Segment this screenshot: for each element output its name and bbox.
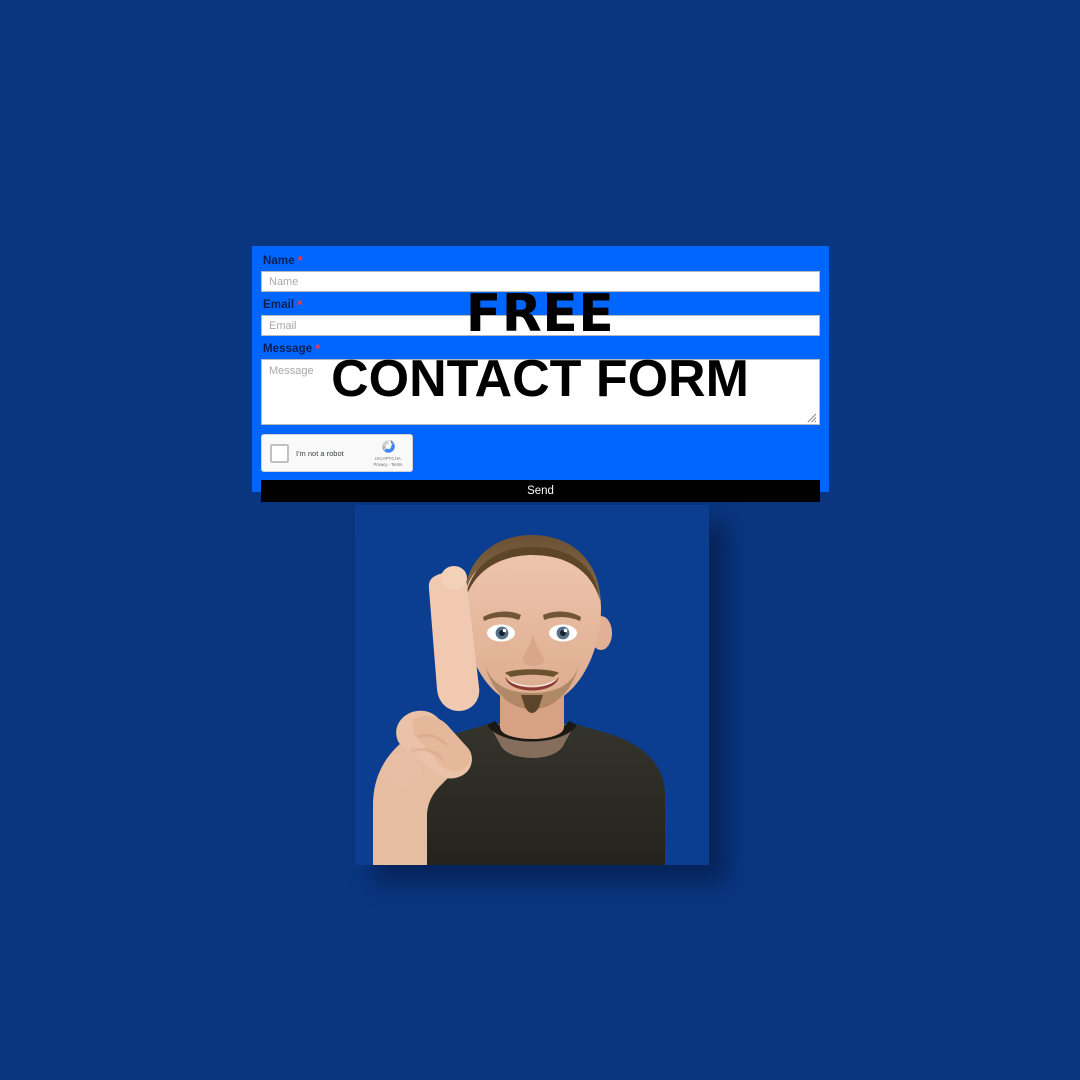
contact-form: Name* Email* Message* I'm not a robot: [252, 246, 829, 502]
name-field-label-text: Name: [263, 255, 295, 267]
presenter-illustration: [355, 505, 709, 865]
thumbnail-canvas: Name* Email* Message* I'm not a robot: [0, 0, 1080, 1080]
recaptcha-logo-icon: [381, 440, 395, 453]
recaptcha-checkbox[interactable]: [270, 443, 289, 463]
recaptcha-widget[interactable]: I'm not a robot reCAPTCHA Privacy - Term…: [261, 434, 413, 472]
name-field-label: Name *: [263, 254, 820, 268]
email-field-label: Email *: [263, 298, 820, 312]
email-input[interactable]: [261, 315, 820, 336]
email-required-asterisk: *: [297, 297, 303, 312]
message-input[interactable]: [261, 359, 820, 425]
message-field-wrapper: [261, 359, 820, 425]
recaptcha-checkbox-label: I'm not a robot: [296, 448, 344, 458]
recaptcha-branding: reCAPTCHA Privacy - Terms: [371, 438, 405, 468]
presenter-photo: [355, 505, 709, 865]
message-field-label: Message *: [263, 342, 820, 356]
email-field-label-text: Email: [263, 299, 295, 311]
message-required-asterisk: *: [315, 341, 321, 356]
send-button[interactable]: Send: [261, 480, 820, 502]
recaptcha-brand-legal[interactable]: Privacy - Terms: [371, 462, 405, 468]
name-required-asterisk: *: [297, 253, 303, 268]
message-field-label-text: Message: [263, 343, 313, 355]
name-input[interactable]: [261, 271, 820, 292]
